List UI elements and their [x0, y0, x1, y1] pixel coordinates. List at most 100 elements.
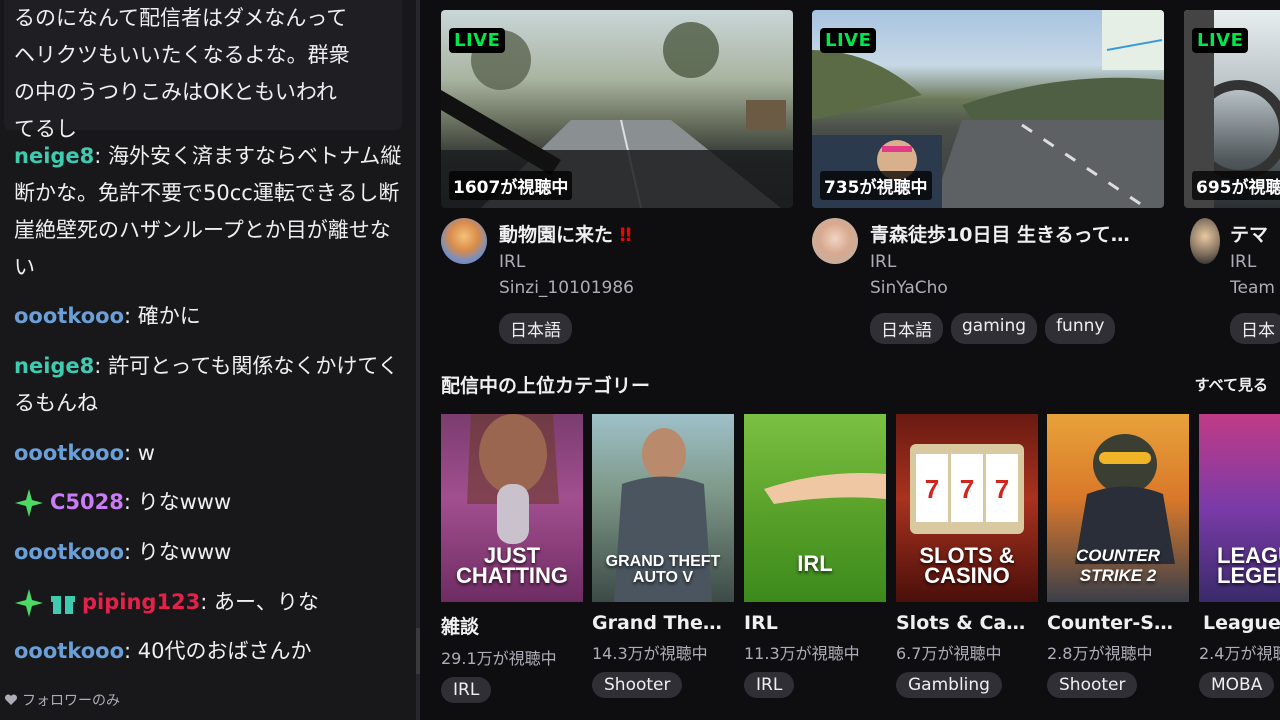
channel-name[interactable]: Team	[1230, 278, 1275, 298]
category-box-art[interactable]: 7 7 7 SLOTS & CASINO	[896, 414, 1038, 602]
chat-username[interactable]: oootkooo	[14, 441, 124, 465]
category-art-label: JUST CHATTING	[455, 543, 569, 588]
live-badge: LIVE	[1192, 28, 1249, 53]
category-viewers: 2.8万が視聴中	[1047, 644, 1153, 663]
browse-main: LIVE 1607が視聴中 動物園に来た ‼ IRL Sinzi_1010198…	[420, 0, 1280, 720]
chat-message: oootkooo: w	[14, 441, 155, 465]
heart-icon	[4, 694, 18, 705]
svg-text:7: 7	[960, 474, 974, 504]
category-viewers: 6.7万が視聴中	[896, 644, 1002, 663]
category-card[interactable]: COUNTER STRIKE 2 Counter-S… 2.8万が視聴中 Sho…	[1047, 414, 1189, 698]
chat-username[interactable]: oootkooo	[14, 639, 124, 663]
channel-avatar[interactable]	[812, 218, 858, 264]
chat-text: あー、りな	[214, 590, 319, 614]
category-art-label: IRL	[797, 551, 833, 576]
stream-tag[interactable]: 日本語	[499, 313, 572, 344]
category-name[interactable]: Grand The…	[592, 612, 734, 634]
category-name[interactable]: 雑談	[441, 612, 583, 639]
category-name[interactable]: Counter-S…	[1047, 612, 1189, 634]
chat-text: w	[137, 441, 155, 465]
sparkle-badge-icon	[15, 589, 43, 617]
category-name[interactable]: IRL	[744, 612, 886, 634]
chat-username[interactable]: piping123	[82, 590, 200, 614]
gift-badge-icon	[51, 596, 75, 614]
category-tag[interactable]: IRL	[441, 677, 492, 703]
category-tag[interactable]: IRL	[744, 672, 795, 698]
channel-name[interactable]: Sinzi_10101986	[499, 278, 634, 298]
chat-username[interactable]: neige8	[14, 354, 94, 378]
chat-message: piping123: あー、りな	[14, 584, 406, 621]
section-title: 配信中の上位カテゴリー	[441, 375, 651, 397]
category-tag[interactable]: Shooter	[1047, 672, 1138, 698]
category-card[interactable]: LEAGUE LEGENDS League 2.4万が視聴中 MOBA	[1199, 414, 1280, 698]
stream-thumbnail[interactable]: LIVE 695が視聴中	[1184, 10, 1280, 208]
category-viewers: 2.4万が視聴中	[1199, 644, 1280, 663]
chat-username[interactable]: neige8	[14, 144, 94, 168]
category-card[interactable]: 7 7 7 SLOTS & CASINO Slots & Ca… 6.7万が視聴…	[896, 414, 1038, 698]
chat-mode-label: フォロワーのみ	[22, 693, 120, 709]
stream-title-text: 動物園に来た	[499, 224, 614, 246]
chat-message: neige8: 許可とっても関係なくかけてくるもんね	[14, 354, 399, 415]
see-all-link[interactable]: すべて見る	[1195, 374, 1268, 395]
stream-card[interactable]: LIVE 695が視聴中 テマ IRL Team 日本	[1184, 10, 1280, 344]
stream-tag[interactable]: gaming	[951, 313, 1038, 344]
chat-message: oootkooo: 40代のおばさんか	[14, 639, 312, 663]
svg-text:7: 7	[995, 474, 1009, 504]
category-card[interactable]: GRAND THEFT AUTO V Grand The… 14.3万が視聴中 …	[592, 414, 734, 698]
chat-panel: るのになんて配信者はダメなんって ヘリクツもいいたくなるよな。群衆 の中のうつり…	[0, 0, 416, 720]
chat-text: 確かに	[137, 304, 201, 328]
category-tag[interactable]: Gambling	[896, 672, 1002, 698]
chat-username[interactable]: oootkooo	[14, 540, 124, 564]
chat-text: 40代のおばさんか	[137, 639, 312, 663]
category-name[interactable]: Slots & Ca…	[896, 612, 1038, 634]
viewer-count: 1607が視聴中	[449, 171, 573, 200]
stream-title[interactable]: 動物園に来た ‼	[499, 220, 789, 247]
category-box-art[interactable]: LEAGUE LEGENDS	[1199, 414, 1280, 602]
pinned-line: の中のうつりこみはOKともいわれ	[14, 80, 337, 104]
category-name[interactable]: League	[1199, 612, 1280, 634]
category-box-art[interactable]: IRL	[744, 414, 886, 602]
stream-title[interactable]: 青森徒歩10日目 生きるって…	[870, 220, 1160, 247]
stream-category[interactable]: IRL	[1230, 252, 1256, 272]
category-art-label: LEAGUE LEGENDS	[1217, 543, 1280, 588]
chat-mode-note: フォロワーのみ	[4, 690, 120, 710]
channel-avatar[interactable]	[1190, 218, 1220, 264]
stream-thumbnail[interactable]: LIVE 735が視聴中	[812, 10, 1164, 208]
category-viewers: 11.3万が視聴中	[744, 644, 860, 663]
category-tag[interactable]: Shooter	[592, 672, 683, 698]
live-badge: LIVE	[820, 28, 877, 53]
channel-name[interactable]: SinYaCho	[870, 278, 948, 298]
svg-text:7: 7	[925, 474, 939, 504]
chat-text: りなwww	[137, 490, 232, 514]
category-art-label: GRAND THEFT AUTO V	[605, 553, 721, 586]
stream-card[interactable]: LIVE 1607が視聴中 動物園に来た ‼ IRL Sinzi_1010198…	[441, 10, 793, 344]
stream-title[interactable]: テマ	[1230, 220, 1280, 247]
stream-tag[interactable]: 日本	[1230, 313, 1280, 344]
viewer-count: 735が視聴中	[820, 171, 932, 200]
stream-card[interactable]: LIVE 735が視聴中 青森徒歩10日目 生きるって… IRL SinYaCh…	[812, 10, 1164, 344]
live-badge: LIVE	[449, 28, 506, 53]
category-box-art[interactable]: COUNTER STRIKE 2	[1047, 414, 1189, 602]
chat-message: oootkooo: 確かに	[14, 304, 201, 328]
chat-message: oootkooo: りなwww	[14, 540, 232, 564]
chat-message-pinned: るのになんて配信者はダメなんって ヘリクツもいいたくなるよな。群衆 の中のうつり…	[4, 0, 402, 141]
category-art-label: SLOTS & CASINO	[919, 543, 1015, 588]
stream-title-emoji: ‼	[619, 224, 632, 246]
chat-message: neige8: 海外安く済ますならベトナム縦断かな。免許不要で50cc運転できる…	[14, 144, 402, 279]
channel-avatar[interactable]	[441, 218, 487, 264]
stream-category[interactable]: IRL	[870, 252, 896, 272]
pinned-line: るのになんて配信者はダメなんって	[14, 6, 348, 30]
pinned-line: ヘリクツもいいたくなるよな。群衆	[14, 43, 350, 67]
category-box-art[interactable]: GRAND THEFT AUTO V	[592, 414, 734, 602]
chat-username[interactable]: C5028	[50, 490, 124, 514]
chat-username[interactable]: oootkooo	[14, 304, 124, 328]
stream-thumbnail[interactable]: LIVE 1607が視聴中	[441, 10, 793, 208]
category-card[interactable]: IRL IRL 11.3万が視聴中 IRL	[744, 414, 886, 698]
chat-message: C5028: りなwww	[14, 484, 406, 521]
category-box-art[interactable]: JUST CHATTING	[441, 414, 583, 602]
category-tag[interactable]: MOBA	[1199, 672, 1275, 698]
category-card[interactable]: JUST CHATTING 雑談 29.1万が視聴中 IRL	[441, 414, 583, 703]
stream-tag[interactable]: funny	[1045, 313, 1116, 344]
stream-category[interactable]: IRL	[499, 252, 525, 272]
stream-tag[interactable]: 日本語	[870, 313, 943, 344]
